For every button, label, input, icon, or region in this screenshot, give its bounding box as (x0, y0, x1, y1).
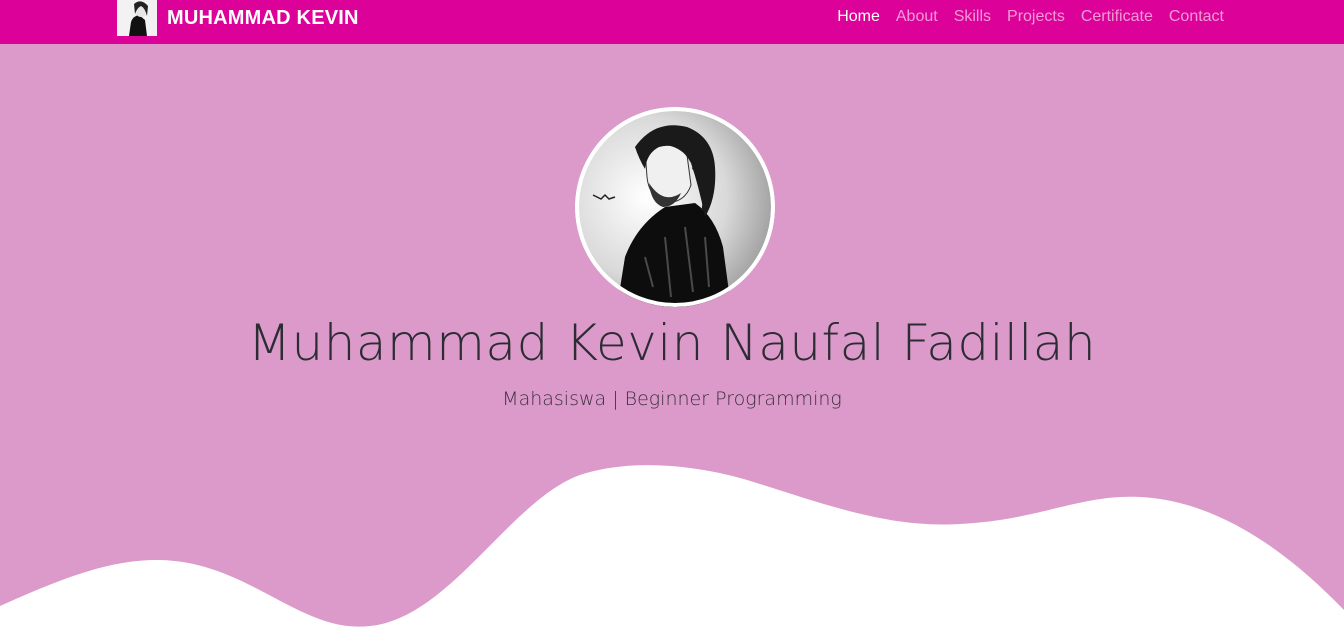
hero-section: Muhammad Kevin Naufal Fadillah Mahasiswa… (0, 44, 1344, 634)
hero-subtitle: Mahasiswa | Beginner Programming (502, 388, 842, 410)
nav-link-skills[interactable]: Skills (954, 8, 991, 26)
page: MUHAMMAD KEVIN Home About Skills Project… (0, 0, 1344, 634)
navbar: MUHAMMAD KEVIN Home About Skills Project… (0, 0, 1344, 44)
hero-name: Muhammad Kevin Naufal Fadillah (247, 314, 1097, 372)
nav-link-home[interactable]: Home (837, 8, 880, 26)
profile-photo (575, 107, 775, 307)
nav-link-about[interactable]: About (896, 8, 938, 26)
nav-link-contact[interactable]: Contact (1169, 8, 1224, 26)
brand-name: MUHAMMAD KEVIN (167, 6, 359, 29)
nav-link-projects[interactable]: Projects (1007, 8, 1065, 26)
brand[interactable]: MUHAMMAD KEVIN (117, 0, 359, 36)
brand-avatar (117, 0, 157, 36)
nav-link-certificate[interactable]: Certificate (1081, 8, 1153, 26)
nav-menu: Home About Skills Projects Certificate C… (821, 0, 1224, 34)
